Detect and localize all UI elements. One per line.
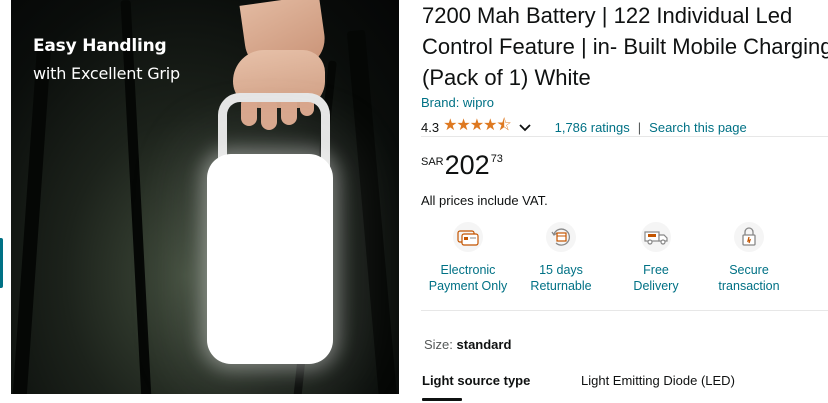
- product-title-line: Control Feature | in- Built Mobile Charg…: [422, 34, 828, 59]
- price-whole: 202: [444, 150, 490, 180]
- spec-value: Light Emitting Diode (LED): [581, 373, 735, 388]
- feature-label-line2: Payment Only: [428, 279, 508, 293]
- size-selector: Size: standard: [424, 337, 511, 352]
- feature-badges: Electronic Payment Only 15 days Returnab…: [422, 222, 828, 302]
- return-box-icon: [546, 222, 576, 252]
- size-value: standard: [456, 337, 512, 352]
- search-this-page-link[interactable]: Search this page: [649, 120, 747, 135]
- feature-returnable[interactable]: 15 days Returnable: [515, 222, 607, 294]
- feature-label-line1: Electronic: [440, 263, 496, 277]
- lamp-body: [207, 154, 333, 364]
- feature-label-line1: Free: [643, 263, 669, 277]
- feature-secure-transaction[interactable]: Secure transaction: [703, 222, 795, 294]
- separator: |: [637, 120, 642, 135]
- vat-note: All prices include VAT.: [421, 193, 548, 208]
- product-image[interactable]: Easy Handling with Excellent Grip: [11, 0, 399, 394]
- feature-electronic-payment[interactable]: Electronic Payment Only: [422, 222, 514, 294]
- spec-key: Light source type: [422, 373, 531, 388]
- product-title: 7200 Mah Battery | 122 Individual Led Co…: [422, 0, 828, 93]
- price: SAR 202 73: [421, 150, 503, 180]
- image-subline: with Excellent Grip: [33, 64, 180, 83]
- feature-label-line1: 15 days: [539, 263, 583, 277]
- divider: [421, 310, 828, 311]
- tree-silhouette: [12, 39, 52, 394]
- feature-label-line1: Secure: [729, 263, 769, 277]
- image-headline: Easy Handling: [33, 36, 167, 56]
- tree-silhouette: [346, 29, 398, 394]
- delivery-truck-icon: [641, 222, 671, 252]
- image-gallery-thumbnail-indicator[interactable]: [0, 238, 3, 288]
- divider: [421, 136, 828, 137]
- product-title-line: (Pack of 1) White: [422, 65, 591, 90]
- price-currency: SAR: [421, 156, 444, 168]
- chevron-down-icon[interactable]: [518, 121, 531, 135]
- rating-value: 4.3: [421, 120, 440, 135]
- ratings-count-link[interactable]: 1,786 ratings: [555, 120, 630, 135]
- product-title-line: 7200 Mah Battery | 122 Individual Led: [422, 3, 793, 28]
- price-fraction: 73: [490, 153, 503, 165]
- card-payment-icon: [453, 222, 483, 252]
- feature-label-line2: Delivery: [633, 279, 679, 293]
- secure-lock-icon: [734, 222, 764, 252]
- feature-free-delivery[interactable]: Free Delivery: [610, 222, 702, 294]
- feature-label-line2: Returnable: [530, 279, 592, 293]
- spec-row-cut-off: [422, 398, 482, 403]
- size-label: Size:: [424, 337, 457, 352]
- tree-silhouette: [120, 0, 152, 394]
- feature-label-line2: transaction: [718, 279, 780, 293]
- brand-link[interactable]: Brand: wipro: [421, 95, 494, 110]
